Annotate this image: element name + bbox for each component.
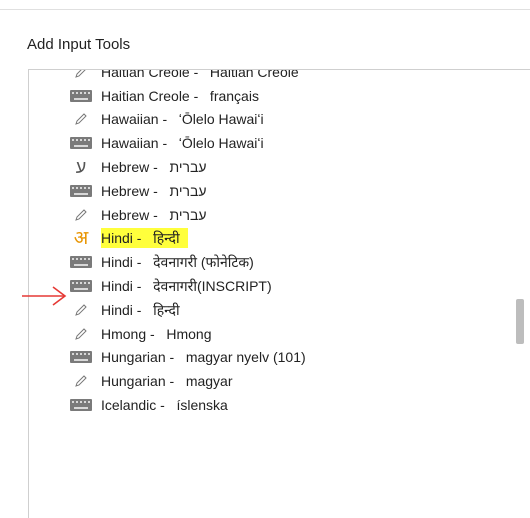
top-divider: [0, 9, 530, 10]
input-tool-label: Icelandic - íslenska: [101, 397, 228, 414]
keyboard-icon: [67, 131, 95, 155]
pencil-icon: [67, 108, 95, 132]
input-tool-label: Hindi - देवनागरी (फोनेटिक): [101, 254, 254, 271]
input-tool-item[interactable]: Hungarian - magyar: [29, 369, 530, 393]
pencil-icon: [67, 369, 95, 393]
input-tool-label: Hmong - Hmong: [101, 325, 212, 342]
input-tools-list[interactable]: Haitian Creole - Haitian Creole Haitian C…: [28, 69, 530, 518]
input-tools-rows: Haitian Creole - Haitian Creole Haitian C…: [29, 69, 530, 417]
input-tool-item[interactable]: Hungarian - magyar nyelv (101): [29, 346, 530, 370]
input-tool-item[interactable]: Hebrew - עברית: [29, 203, 530, 227]
scrollbar-thumb[interactable]: [516, 299, 524, 344]
input-tool-item[interactable]: ע Hebrew - עברית: [29, 155, 530, 179]
hebrew-transliteration-icon: ע: [75, 157, 87, 178]
input-tool-item[interactable]: Haitian Creole - français: [29, 84, 530, 108]
keyboard-icon: [67, 274, 95, 298]
input-tool-label: Haitian Creole - Haitian Creole: [101, 69, 299, 80]
input-tool-label: Hindi - हिन्दी: [101, 228, 188, 249]
input-tool-item[interactable]: Hawaiian - ʻŌlelo Hawaiʻi: [29, 131, 530, 155]
input-tool-item[interactable]: Hebrew - עברית: [29, 179, 530, 203]
input-tool-label: Hawaiian - ʻŌlelo Hawaiʻi: [101, 135, 264, 152]
dialog-title: Add Input Tools: [27, 36, 131, 53]
input-tool-item[interactable]: अ Hindi - हिन्दी: [29, 227, 530, 251]
input-tool-label: Hungarian - magyar: [101, 373, 233, 390]
input-tool-item[interactable]: Icelandic - íslenska: [29, 393, 530, 417]
input-tool-label: Hindi - देवनागरी(INSCRIPT): [101, 278, 272, 295]
input-tool-label: Hebrew - עברית: [101, 206, 207, 223]
pencil-icon: [67, 70, 95, 84]
input-tool-item[interactable]: Hawaiian - ʻŌlelo Hawaiʻi: [29, 108, 530, 132]
keyboard-icon: [67, 84, 95, 108]
input-tool-label: Hebrew - עברית: [101, 182, 207, 199]
input-tool-label: Haitian Creole - français: [101, 87, 259, 104]
input-tool-item[interactable]: Hmong - Hmong: [29, 322, 530, 346]
pencil-icon: [67, 203, 95, 227]
input-tool-item[interactable]: Hindi - देवनागरी(INSCRIPT): [29, 274, 530, 298]
keyboard-icon: [67, 250, 95, 274]
input-tool-label: Hindi - हिन्दी: [101, 301, 180, 318]
keyboard-icon: [67, 346, 95, 370]
input-tool-item[interactable]: Hindi - हिन्दी: [29, 298, 530, 322]
input-tool-item[interactable]: Hindi - देवनागरी (फोनेटिक): [29, 250, 530, 274]
hindi-transliteration-icon: अ: [73, 227, 89, 249]
pencil-icon: [67, 298, 95, 322]
input-tool-label: Hawaiian - ʻŌlelo Hawaiʻi: [101, 111, 264, 128]
red-arrow-annotation: [22, 286, 67, 306]
input-tool-item[interactable]: Haitian Creole - Haitian Creole: [29, 69, 530, 84]
keyboard-icon: [67, 179, 95, 203]
keyboard-icon: [67, 393, 95, 417]
input-tool-label: Hungarian - magyar nyelv (101): [101, 349, 306, 366]
input-tool-label: Hebrew - עברית: [101, 159, 207, 176]
pencil-icon: [67, 322, 95, 346]
